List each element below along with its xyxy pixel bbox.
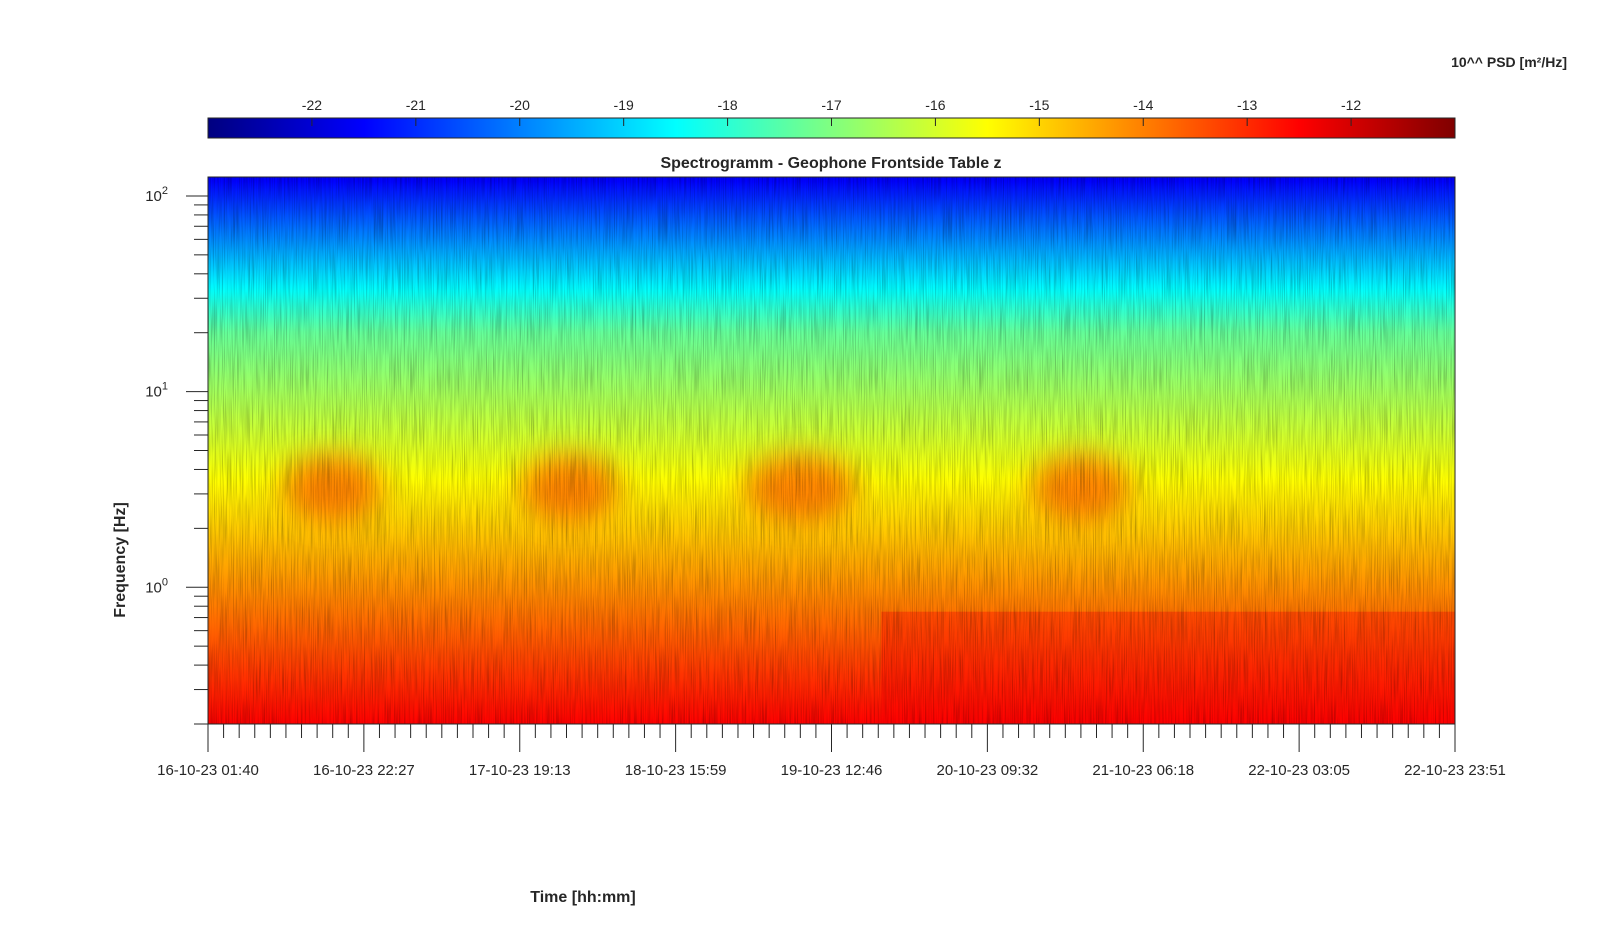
y-axis-label: Frequency [Hz] (112, 502, 129, 618)
colorbar-tick-label: -14 (1133, 97, 1153, 113)
heatmap-grain (208, 177, 1455, 724)
colorbar-label: 10^^ PSD [m²/Hz] (1451, 54, 1567, 70)
x-tick-label: 22-10-23 03:05 (1248, 762, 1350, 779)
x-tick-label: 21-10-23 06:18 (1092, 762, 1194, 779)
spectrogram-heatmap (208, 177, 1455, 724)
spectrogram-figure: -22 -21 -20 -19 -18 -17 -16 -15 -14 -13 -12 10^^ P… (112, 54, 1567, 906)
colorbar-tick-label: -21 (406, 97, 426, 113)
x-tick-label: 18-10-23 15:59 (625, 762, 727, 779)
y-tick-label: 101 (145, 381, 168, 401)
colorbar-tick-label: -18 (717, 97, 737, 113)
chart-title: Spectrogramm - Geophone Frontside Table … (660, 155, 1001, 172)
y-axis: 102 101 100 (145, 185, 208, 725)
colorbar-tick-label: -19 (614, 97, 634, 113)
y-tick-label: 102 (145, 185, 168, 205)
x-axis: 16-10-23 01:40 16-10-23 22:27 17-10-23 19:… (157, 724, 1506, 779)
colorbar-tick-label: -12 (1341, 97, 1361, 113)
colorbar-tick-label: -17 (821, 97, 841, 113)
colorbar-tick-label: -13 (1237, 97, 1257, 113)
x-axis-label: Time [hh:mm] (530, 889, 635, 906)
x-tick-label: 16-10-23 22:27 (313, 762, 415, 779)
x-tick-label: 19-10-23 12:46 (781, 762, 883, 779)
x-tick-label: 20-10-23 09:32 (937, 762, 1039, 779)
x-tick-label: 16-10-23 01:40 (157, 762, 259, 779)
colorbar: -22 -21 -20 -19 -18 -17 -16 -15 -14 -13 -12 10^^ P… (207, 54, 1567, 139)
colorbar-tick-label: -15 (1029, 97, 1049, 113)
colorbar-tick-label: -20 (510, 97, 530, 113)
colorbar-tick-label: -16 (925, 97, 945, 113)
colorbar-tick-label: -22 (302, 97, 322, 113)
y-tick-label: 100 (145, 576, 168, 596)
x-tick-label: 17-10-23 19:13 (469, 762, 571, 779)
x-tick-label: 22-10-23 23:51 (1404, 762, 1506, 779)
